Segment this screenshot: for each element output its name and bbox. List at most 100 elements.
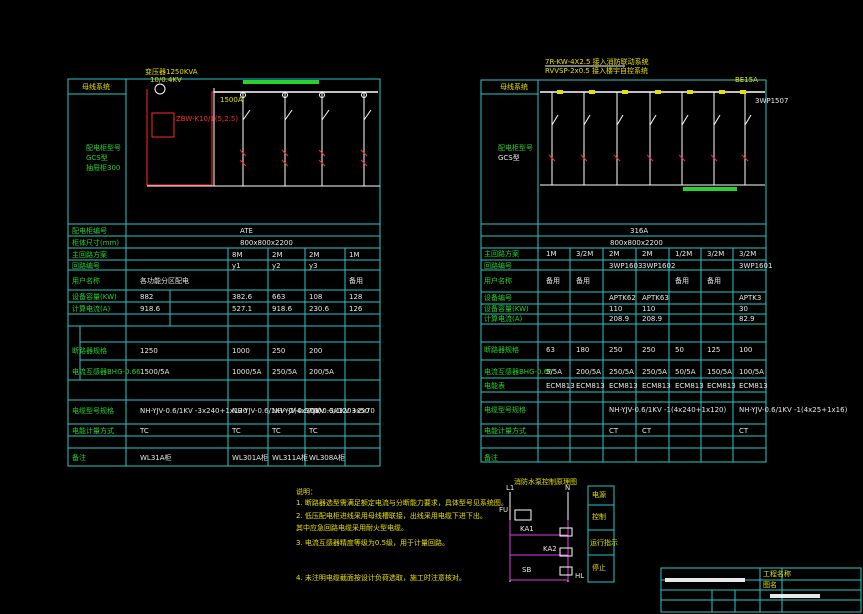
left-row-cell: 备用 [349, 276, 363, 285]
notes-block: 说明： 1. 断路器选型需满足额定电流与分断能力要求，具体型号见系统图。 2. … [296, 487, 508, 582]
left-row-cell: 200/5A [309, 368, 334, 376]
right-row-cell: CT [739, 427, 749, 435]
right-row-cell: 150/5A [707, 368, 732, 376]
left-row-cell: 各功能分区配电 [140, 276, 189, 285]
right-row-label: 电能表 [484, 381, 505, 390]
left-side-line3: 抽屉柜300 [86, 163, 120, 172]
right-dimensions: 800x800x2200 [610, 239, 663, 247]
notes-line-1: 1. 断路器选型需满足额定电流与分断能力要求，具体型号见系统图。 [296, 498, 508, 507]
right-busbar-marker [683, 187, 737, 191]
right-row-cell: ECM813 [576, 382, 605, 390]
right-row-label: 电缆型号规格 [484, 405, 526, 414]
right-row-cell: 2M [642, 250, 653, 258]
right-feeder-6 [710, 90, 725, 185]
left-row-cell: 1500/5A [140, 368, 170, 376]
left-row-cell: 800x800x2200 [240, 239, 293, 247]
right-row-label: 设备编号 [484, 293, 512, 302]
right-feeder-2 [580, 90, 595, 185]
left-row-cell: 250/5A [272, 368, 297, 376]
left-source-note2: 10/0.4KV [150, 76, 182, 84]
left-row-cell: y2 [272, 262, 281, 270]
side-box-4: 停止 [592, 563, 606, 572]
left-row-label: 备注 [72, 453, 86, 462]
left-header-label: 母线系统 [82, 82, 110, 91]
right-feeders [548, 90, 752, 185]
relay-hl-coil [559, 566, 573, 576]
left-busbar-marker [243, 80, 319, 84]
title-block-drawing-label: 图名 [763, 580, 777, 589]
left-source-note1: 变压器1250KVA [145, 67, 198, 76]
notes-title: 说明： [296, 487, 317, 496]
right-row-cell: 30 [739, 305, 748, 313]
right-row-cell: 250/5A [609, 368, 634, 376]
right-row-cell: NH-YJV-0.6/1KV -1(4x25+1x16) [739, 406, 848, 414]
left-row-cell: 918.6 [272, 305, 293, 313]
right-row-label: 计算电流(A) [484, 314, 523, 323]
right-row-cell: ECM813 [739, 382, 768, 390]
left-feeders [239, 92, 372, 186]
left-row-cell: 200 [309, 347, 322, 355]
left-side-title: 配电柜型号 [86, 143, 121, 152]
right-row-cell: 125 [707, 346, 720, 354]
right-row-cell: 50 [675, 346, 684, 354]
right-row-cell: 63 [546, 346, 555, 354]
right-row-cell: CT [642, 427, 652, 435]
right-row-cell: 3WP1602 [642, 262, 675, 270]
left-metering-box [151, 112, 175, 138]
label-fu: FU [499, 506, 508, 514]
left-row-cell: WL311A柜 [272, 453, 308, 462]
side-box-2: 控制 [592, 512, 606, 521]
right-header-label: 母线系统 [500, 82, 528, 91]
left-row-label: 计算电流(A) [72, 304, 111, 313]
right-row-cell: 备用 [675, 276, 689, 285]
right-row-cell: 2M [609, 250, 620, 258]
left-feeder-1 [239, 92, 251, 186]
right-busbar-label: BE15A [735, 76, 758, 84]
right-incoming-note2: RVVSP-2x0.5 接入楼宇自控系统 [545, 66, 648, 75]
left-transformer-note: ZBW-K10/1(5,2.5) [176, 115, 238, 123]
side-box-1: 电源 [592, 490, 606, 499]
right-row-cell: 110 [642, 305, 655, 313]
right-row-cell: APTK63 [642, 294, 669, 302]
left-row-cell: WL301A柜 [232, 453, 268, 462]
left-data-table [67, 223, 381, 467]
right-row-cell: 100 [739, 346, 752, 354]
right-row-cell: ECM813 [707, 382, 736, 390]
label-n: N [565, 484, 570, 492]
left-row-cell: 1000/5A [232, 368, 262, 376]
left-row-cell: 128 [349, 293, 362, 301]
left-row-cell: 230.6 [309, 305, 330, 313]
left-row-cell: ATE [240, 227, 253, 235]
right-row-label: 回路编号 [484, 261, 512, 270]
right-row-cell: 备用 [707, 276, 721, 285]
right-panel: 母线系统 配电柜型号 GCS型 7R-KW-4X2.5 接入消防联动系统 RVV… [480, 57, 788, 463]
right-row-cell: 110 [609, 305, 622, 313]
right-side-line2: GCS型 [498, 153, 520, 162]
right-row-cell: 82.9 [739, 315, 755, 323]
right-row-label: 电流互感器BHG-0.66 [484, 367, 553, 376]
right-row-label: 备注 [484, 453, 498, 462]
notes-line-4: 3. 电流互感器精度等级为0.5级，用于计量回路。 [296, 538, 449, 547]
left-feeder-3 [318, 92, 330, 186]
right-row-cell: 208.9 [642, 315, 662, 323]
left-row-cell: 527.1 [232, 305, 252, 313]
right-row-cell: 备用 [546, 276, 560, 285]
left-row-cell: TC [308, 427, 318, 435]
right-row-cell: 250 [642, 346, 655, 354]
right-row-cell: ECM813 [675, 382, 704, 390]
label-ka1: KA1 [520, 525, 534, 533]
title-block-project-label: 工程名称 [763, 569, 791, 578]
left-row-cell: WL31A柜 [140, 453, 172, 462]
left-row-cell: 1000 [232, 347, 250, 355]
right-row-cell: 100/5A [739, 368, 764, 376]
right-row-cell: 1/2M [675, 250, 692, 258]
left-row-label: 电流互感器BHG-0.66 [72, 367, 141, 376]
right-row-cell: 50/5A [675, 368, 696, 376]
left-row-cell: 1M [349, 251, 360, 259]
left-row-cell: TC [139, 427, 149, 435]
right-row-cell: CT [609, 427, 619, 435]
left-row-label: 用户名称 [72, 276, 100, 285]
right-row-cell: 200/5A [576, 368, 601, 376]
left-row-cell: y1 [232, 262, 241, 270]
right-incoming-note1: 7R-KW-4X2.5 接入消防联动系统 [545, 57, 649, 66]
